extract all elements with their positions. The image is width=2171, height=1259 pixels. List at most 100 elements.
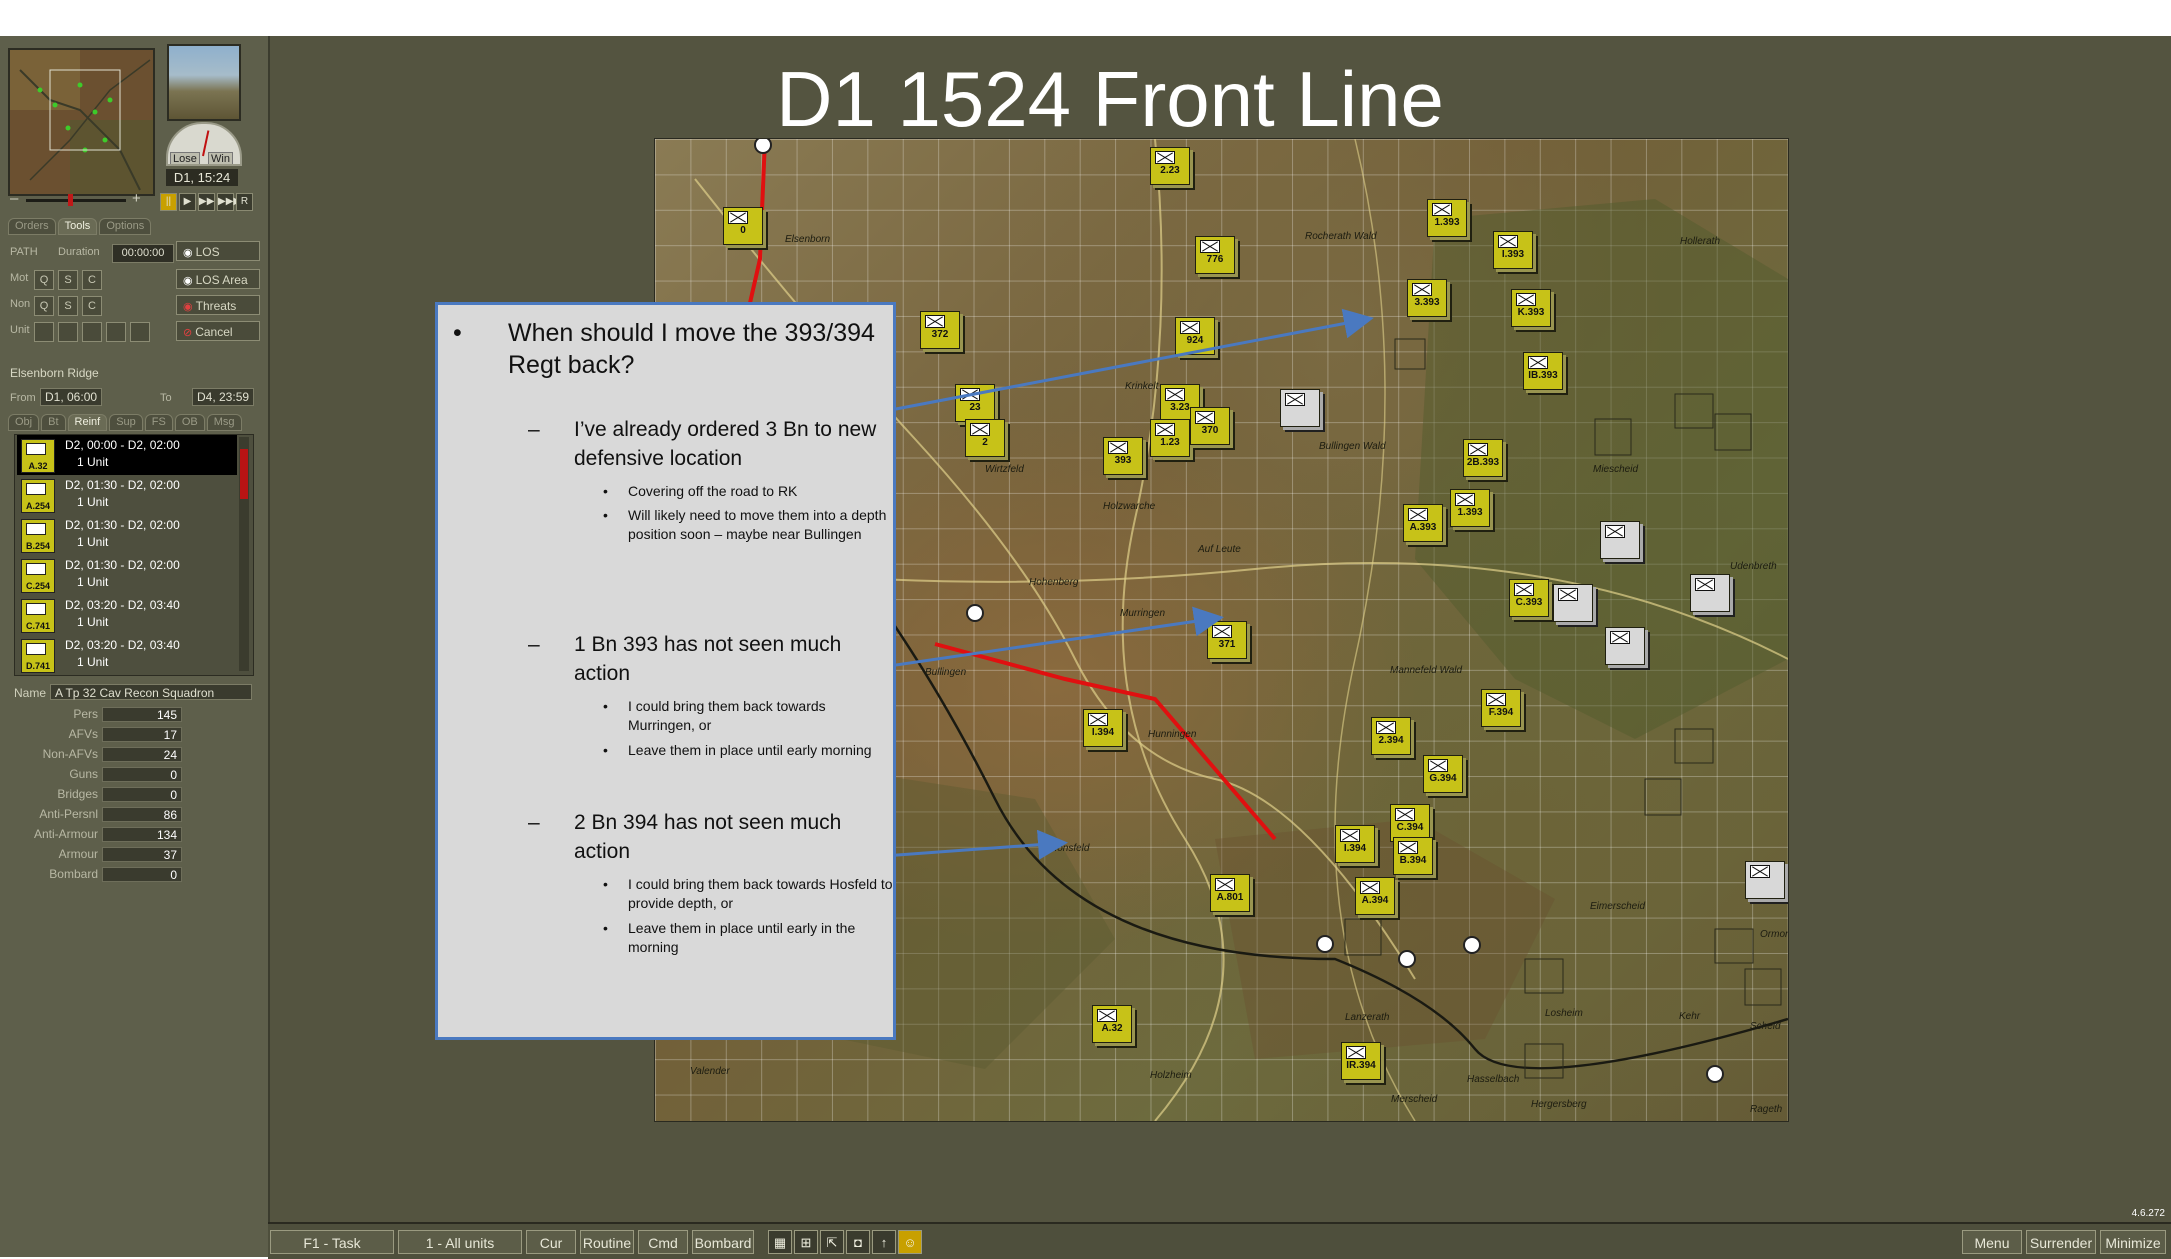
non-s-button[interactable]: S bbox=[58, 296, 78, 316]
tab-sup[interactable]: Sup bbox=[109, 414, 143, 431]
tab-options[interactable]: Options bbox=[99, 218, 152, 235]
list-item[interactable]: D.741 D2, 03:20 - D2, 03:40 1 Unit bbox=[17, 635, 237, 675]
portrait-icon[interactable]: ☺ bbox=[898, 1230, 922, 1254]
unit-counter[interactable]: F.394 bbox=[1481, 689, 1521, 727]
tab-fs[interactable]: FS bbox=[144, 414, 173, 431]
unit-button-1[interactable] bbox=[34, 322, 54, 342]
minimize-button[interactable]: Minimize bbox=[2100, 1230, 2166, 1254]
play-button[interactable]: ▶ bbox=[179, 193, 196, 211]
unit-counter[interactable]: G.394 bbox=[1423, 755, 1463, 793]
unit-counter[interactable]: I.394 bbox=[1083, 709, 1123, 747]
waypoint-marker[interactable] bbox=[1706, 1065, 1724, 1083]
tab-orders[interactable]: Orders bbox=[8, 218, 56, 235]
unit-counter[interactable]: 0 bbox=[723, 207, 763, 245]
waypoint-marker[interactable] bbox=[1398, 950, 1416, 968]
tab-tools[interactable]: Tools bbox=[57, 218, 98, 235]
unit-counter[interactable]: I.393 bbox=[1493, 231, 1533, 269]
menu-button[interactable]: Menu bbox=[1962, 1230, 2022, 1254]
list-scrollbar[interactable] bbox=[239, 437, 249, 671]
unit-counter[interactable]: A.801 bbox=[1210, 874, 1250, 912]
unit-counter[interactable]: C.393 bbox=[1509, 579, 1549, 617]
routine-button[interactable]: Routine bbox=[580, 1230, 634, 1254]
enemy-counter[interactable] bbox=[1605, 627, 1645, 665]
unit-counter[interactable]: IB.393 bbox=[1523, 352, 1563, 390]
slider-knob[interactable] bbox=[68, 194, 73, 206]
scroll-thumb[interactable] bbox=[240, 449, 248, 499]
fast-button[interactable]: ▶▶ bbox=[198, 193, 215, 211]
unit-counter[interactable]: I.394 bbox=[1335, 825, 1375, 863]
unit-counter[interactable]: 2.23 bbox=[1150, 147, 1190, 185]
list-item[interactable]: B.254 D2, 01:30 - D2, 02:00 1 Unit bbox=[17, 515, 237, 555]
unit-button-5[interactable] bbox=[130, 322, 150, 342]
waypoint-marker[interactable] bbox=[966, 604, 984, 622]
units-icon[interactable]: ⊞ bbox=[794, 1230, 818, 1254]
waypoint-marker[interactable] bbox=[1463, 936, 1481, 954]
surrender-button[interactable]: Surrender bbox=[2026, 1230, 2096, 1254]
task-button[interactable]: F1 - Task bbox=[270, 1230, 394, 1254]
enemy-counter[interactable] bbox=[1745, 861, 1785, 899]
list-item[interactable]: A.32 D2, 00:00 - D2, 02:00 1 Unit bbox=[17, 435, 237, 475]
unit-counter[interactable]: B.394 bbox=[1393, 837, 1433, 875]
tab-ob[interactable]: OB bbox=[174, 414, 205, 431]
arrow-up-icon[interactable]: ↑ bbox=[872, 1230, 896, 1254]
enemy-counter[interactable] bbox=[1690, 574, 1730, 612]
unit-counter[interactable]: 370 bbox=[1190, 407, 1230, 445]
tab-obj[interactable]: Obj bbox=[8, 414, 40, 431]
enemy-counter[interactable] bbox=[1280, 389, 1320, 427]
enemy-counter[interactable] bbox=[1600, 521, 1640, 559]
pause-button[interactable]: || bbox=[160, 193, 177, 211]
cur-button[interactable]: Cur bbox=[526, 1230, 576, 1254]
tab-msg[interactable]: Msg bbox=[206, 414, 242, 431]
enemy-counter[interactable] bbox=[1553, 584, 1593, 622]
unit-counter[interactable]: 1.393 bbox=[1427, 199, 1467, 237]
unit-counter[interactable]: A.32 bbox=[1092, 1005, 1132, 1043]
unit-counter[interactable]: 2.394 bbox=[1371, 717, 1411, 755]
path-icon[interactable]: ⇱ bbox=[820, 1230, 844, 1254]
cancel-button[interactable]: ⊘ Cancel bbox=[176, 321, 260, 341]
all-units-button[interactable]: 1 - All units bbox=[398, 1230, 522, 1254]
unit-counter[interactable]: 393 bbox=[1103, 437, 1143, 475]
non-c-button[interactable]: C bbox=[82, 296, 102, 316]
list-item[interactable]: A.254 D2, 01:30 - D2, 02:00 1 Unit bbox=[17, 475, 237, 515]
time-slider[interactable]: – + bbox=[8, 190, 146, 207]
unit-counter[interactable]: 776 bbox=[1195, 236, 1235, 274]
grid-icon[interactable]: ▦ bbox=[768, 1230, 792, 1254]
bombard-button[interactable]: Bombard bbox=[692, 1230, 754, 1254]
tab-reinf[interactable]: Reinf bbox=[67, 414, 108, 431]
threats-button[interactable]: ◉ Threats bbox=[176, 295, 260, 315]
non-q-button[interactable]: Q bbox=[34, 296, 54, 316]
mot-q-button[interactable]: Q bbox=[34, 270, 54, 290]
list-item[interactable]: C.741 D2, 03:20 - D2, 03:40 1 Unit bbox=[17, 595, 237, 635]
cmd-button[interactable]: Cmd bbox=[638, 1230, 688, 1254]
tab-bt[interactable]: Bt bbox=[41, 414, 66, 431]
mot-c-button[interactable]: C bbox=[82, 270, 102, 290]
unit-counter[interactable]: 1.393 bbox=[1450, 489, 1490, 527]
unit-counter[interactable]: 2B.393 bbox=[1463, 439, 1503, 477]
unit-counter[interactable]: 924 bbox=[1175, 317, 1215, 355]
waypoint-marker[interactable] bbox=[1316, 935, 1334, 953]
replay-button[interactable]: R bbox=[236, 193, 253, 211]
minimap[interactable] bbox=[8, 48, 155, 196]
unit-counter[interactable]: 2 bbox=[965, 419, 1005, 457]
unit-button-2[interactable] bbox=[58, 322, 78, 342]
unit-counter[interactable]: 372 bbox=[920, 311, 960, 349]
unit-counter[interactable]: K.393 bbox=[1511, 289, 1551, 327]
unit-counter[interactable]: IR.394 bbox=[1341, 1042, 1381, 1080]
list-item[interactable]: C.254 D2, 01:30 - D2, 02:00 1 Unit bbox=[17, 555, 237, 595]
unit-counter[interactable]: A.394 bbox=[1355, 877, 1395, 915]
unit-counter[interactable]: 3.393 bbox=[1407, 279, 1447, 317]
reinforcement-list[interactable]: A.32 D2, 00:00 - D2, 02:00 1 Unit A.254 … bbox=[14, 434, 254, 676]
unit-counter[interactable]: 371 bbox=[1207, 621, 1247, 659]
plus-icon[interactable]: + bbox=[132, 190, 141, 207]
fastest-button[interactable]: ▶▶▶ bbox=[217, 193, 241, 211]
unit-counter[interactable]: 1.23 bbox=[1150, 419, 1190, 457]
mot-s-button[interactable]: S bbox=[58, 270, 78, 290]
los-area-button[interactable]: ◉ LOS Area bbox=[176, 269, 260, 289]
unit-counter[interactable]: A.393 bbox=[1403, 504, 1443, 542]
unit-counter[interactable]: 23 bbox=[955, 384, 995, 422]
unit-button-3[interactable] bbox=[82, 322, 102, 342]
hq-icon[interactable]: ◘ bbox=[846, 1230, 870, 1254]
minus-icon[interactable]: – bbox=[10, 190, 18, 207]
los-button[interactable]: ◉ LOS bbox=[176, 241, 260, 261]
unit-button-4[interactable] bbox=[106, 322, 126, 342]
